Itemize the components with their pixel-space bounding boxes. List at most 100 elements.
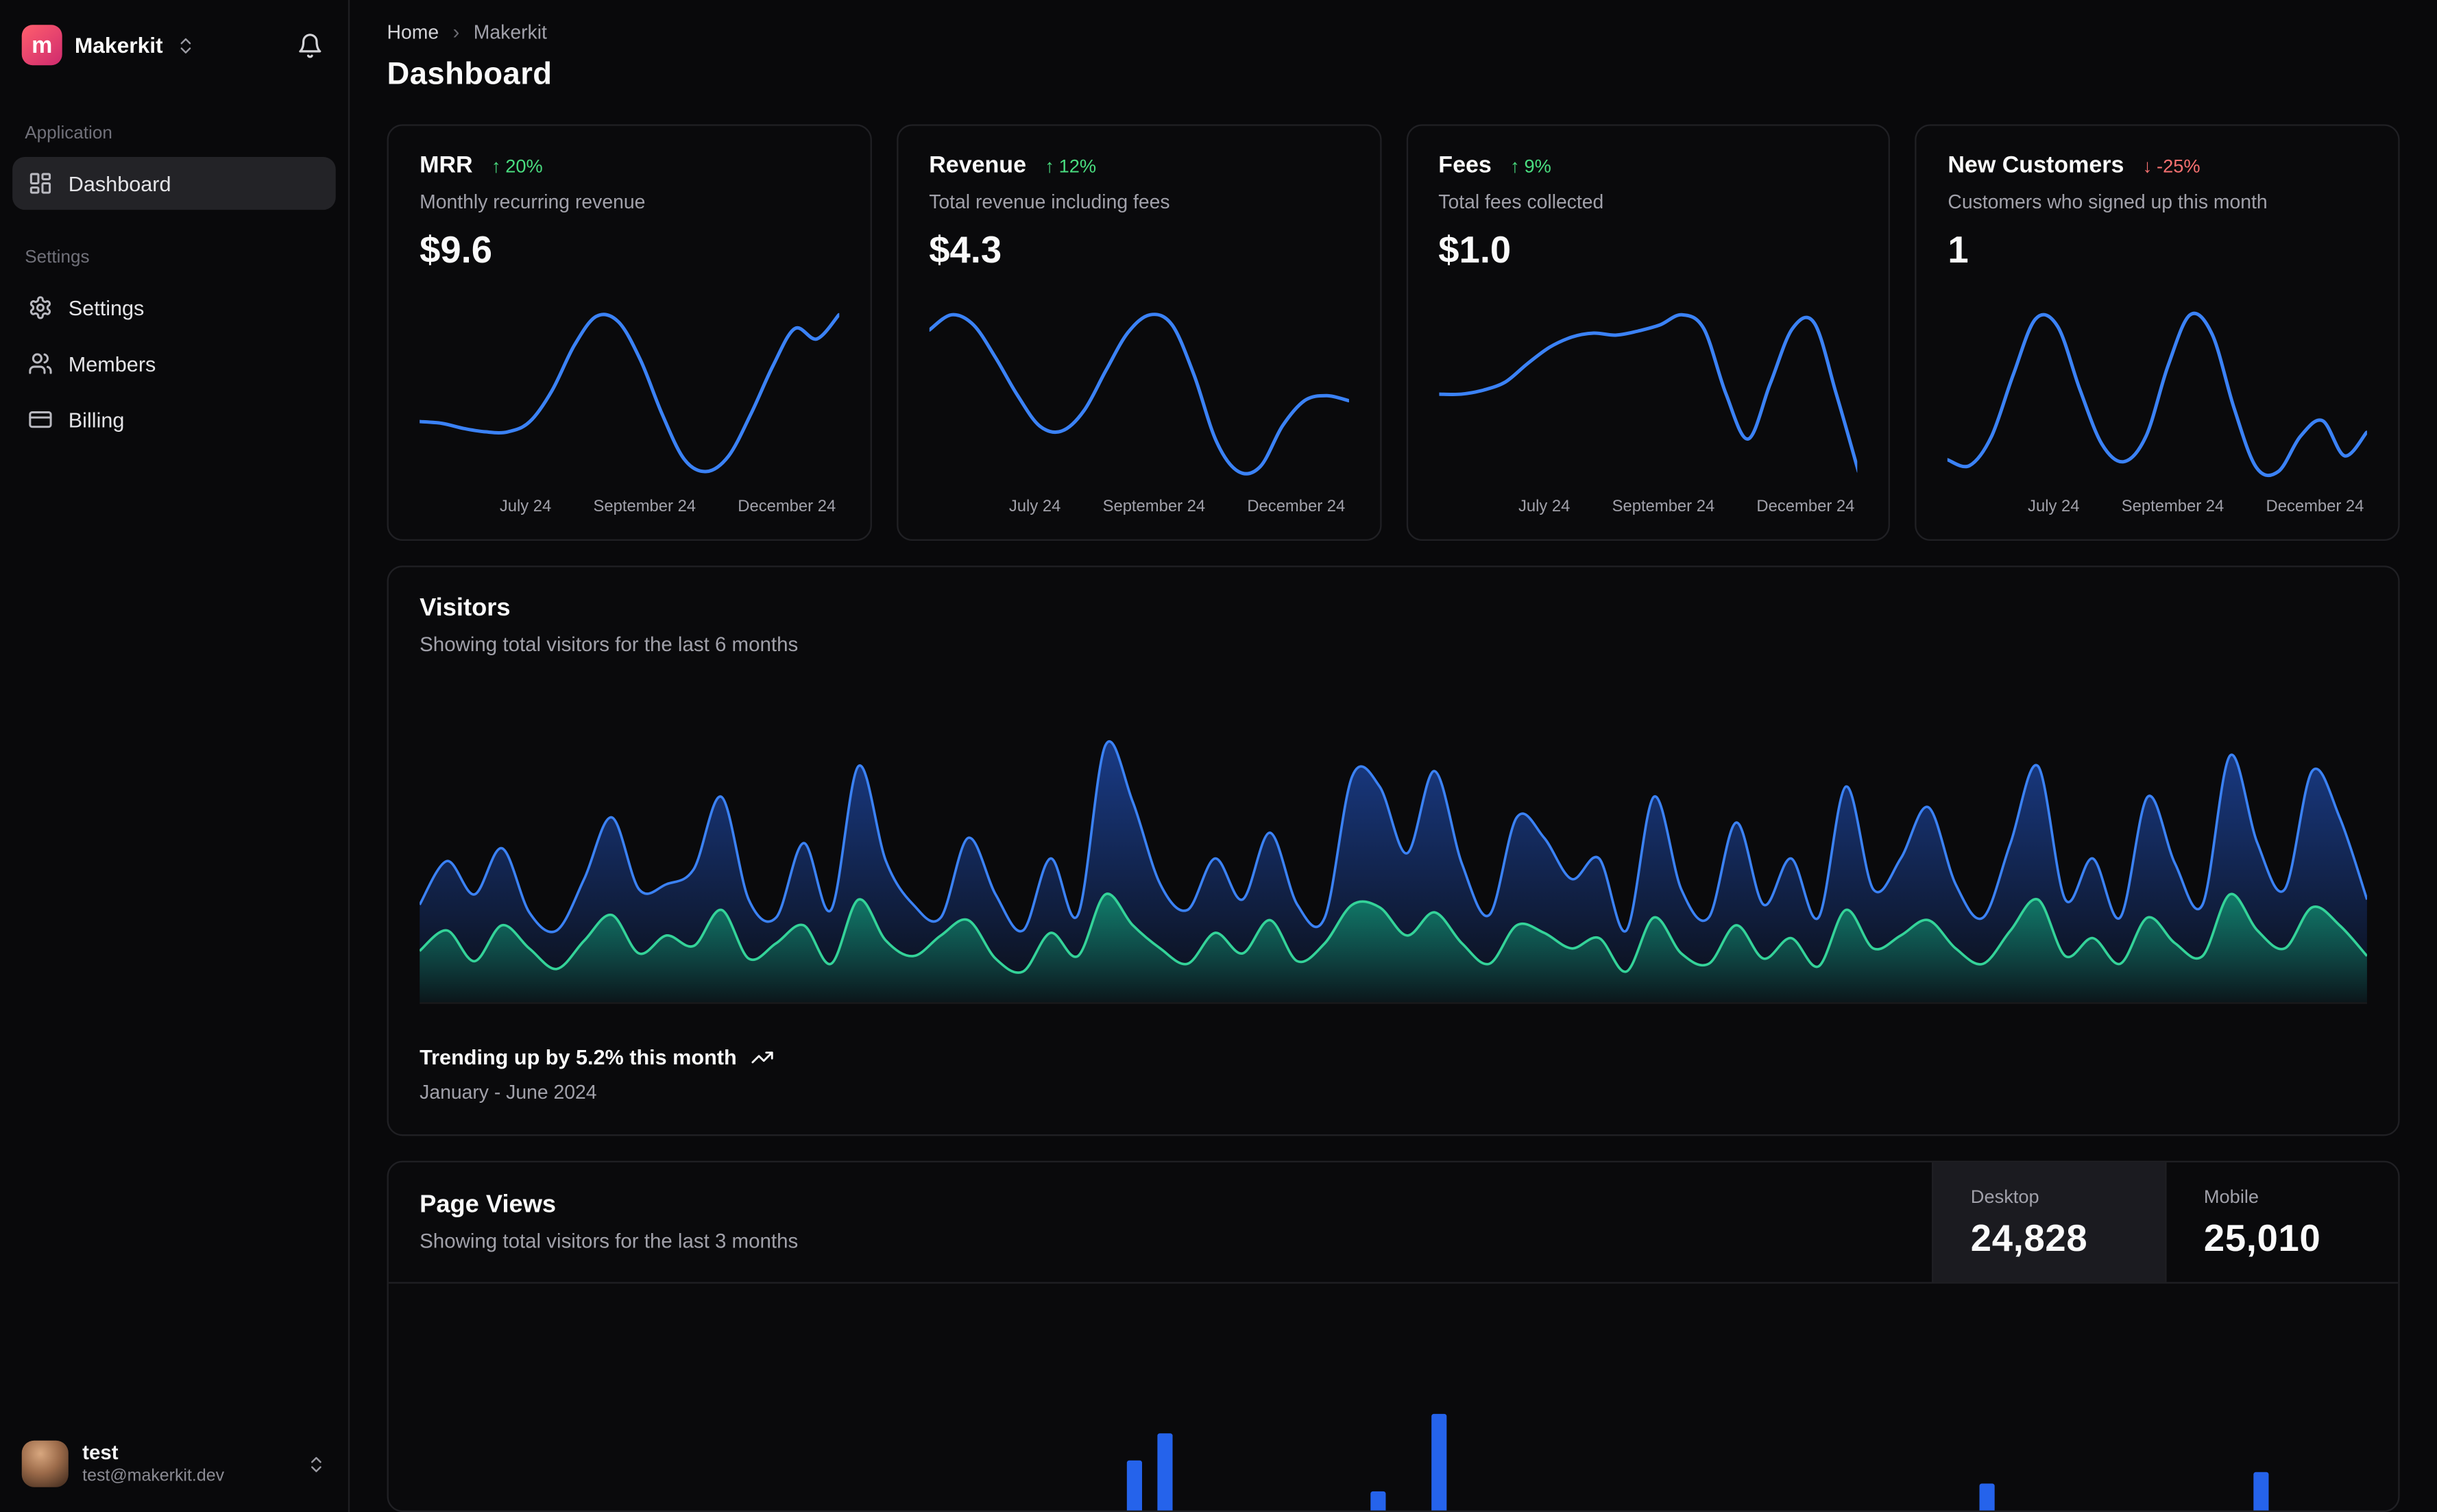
sidebar-item-settings[interactable]: Settings [12, 281, 336, 334]
x-axis-label: December 24 [738, 497, 836, 516]
fees-sparkline-chart [1438, 302, 1858, 485]
page-views-bar-chart [1126, 1413, 2269, 1511]
sidebar-item-dashboard[interactable]: Dashboard [12, 156, 336, 210]
visitors-date-range: January - June 2024 [420, 1081, 597, 1103]
gear-icon [28, 295, 53, 320]
x-axis-label: December 24 [1756, 497, 1855, 516]
users-icon [28, 351, 53, 376]
trending-up-icon [751, 1046, 774, 1069]
x-axis-labels: July 24 September 24 December 24 [1438, 498, 1858, 516]
x-axis-labels: July 24 September 24 December 24 [420, 498, 839, 516]
visitors-subtitle: Showing total visitors for the last 6 mo… [420, 632, 799, 656]
app: m Makerkit Application Dashboard Setting… [0, 0, 2437, 1512]
user-name: test [82, 1440, 119, 1464]
stat-card-fees: Fees ↑ 9% Total fees collected $1.0 July… [1405, 124, 1891, 541]
stat-description: Total fees collected [1438, 191, 1604, 213]
stat-cards-row: MRR ↑ 20% Monthly recurring revenue $9.6… [387, 124, 2400, 541]
stat-card-mrr: MRR ↑ 20% Monthly recurring revenue $9.6… [387, 124, 872, 541]
bell-icon [297, 32, 324, 58]
section-label-settings: Settings [25, 248, 90, 267]
x-axis-label: September 24 [593, 497, 696, 516]
stat-value: 1 [1948, 230, 1969, 272]
sidebar: m Makerkit Application Dashboard Setting… [0, 0, 350, 1512]
dashboard-icon [28, 171, 53, 195]
stat-card-new-customers: New Customers ↓ -25% Customers who signe… [1915, 124, 2400, 541]
makerkit-logo: m [21, 25, 62, 66]
stat-card-revenue: Revenue ↑ 12% Total revenue including fe… [896, 124, 1381, 541]
breadcrumb-home-link[interactable]: Home [387, 21, 439, 43]
sidebar-item-label: Billing [68, 408, 125, 432]
stat-title: MRR [420, 152, 473, 179]
x-axis-label: July 24 [1518, 497, 1571, 516]
new-customers-sparkline-chart [1948, 302, 2367, 485]
x-axis-label: December 24 [1247, 497, 1346, 516]
sidebar-item-label: Dashboard [68, 171, 171, 195]
stat-change-value: 20% [505, 154, 543, 177]
trend-up-arrow-icon: ↑ [1510, 154, 1520, 177]
workspace-selector[interactable]: m Makerkit [21, 25, 196, 66]
breadcrumb-current[interactable]: Makerkit [474, 21, 547, 43]
trend-text: Trending up by 5.2% this month [420, 1045, 737, 1069]
visitors-area-chart [420, 705, 2367, 1004]
stat-description: Monthly recurring revenue [420, 191, 646, 213]
stat-change-value: 9% [1524, 154, 1551, 177]
page-views-title: Page Views [420, 1191, 557, 1219]
visitors-title: Visitors [420, 595, 511, 622]
chevrons-up-down-icon [306, 1454, 326, 1474]
x-axis-label: July 24 [1008, 497, 1061, 516]
x-axis-labels: July 24 September 24 December 24 [929, 498, 1348, 516]
desktop-toggle[interactable]: Desktop 24,828 [1932, 1162, 2166, 1282]
page-views-card: Page Views Showing total visitors for th… [387, 1160, 2400, 1512]
notifications-button[interactable] [291, 25, 330, 64]
stat-title: New Customers [1948, 152, 2124, 179]
mobile-toggle-label: Mobile [2203, 1185, 2259, 1208]
stat-change-badge: ↓ -25% [2143, 155, 2200, 177]
x-axis-label: September 24 [1612, 497, 1715, 516]
trend-down-arrow-icon: ↓ [2142, 154, 2153, 177]
visitors-card: Visitors Showing total visitors for the … [387, 565, 2400, 1136]
chevron-right-icon: › [452, 20, 460, 44]
desktop-toggle-label: Desktop [1970, 1185, 2039, 1208]
mobile-toggle[interactable]: Mobile 25,010 [2165, 1162, 2398, 1282]
main-content: Home › Makerkit Dashboard MRR ↑ 20% Mont… [350, 0, 2437, 1512]
x-axis-label: December 24 [2266, 497, 2364, 516]
sidebar-item-label: Settings [68, 295, 145, 319]
sidebar-item-label: Members [68, 352, 156, 376]
credit-card-icon [28, 407, 53, 432]
stat-change-badge: ↑ 20% [492, 155, 543, 177]
stat-change-badge: ↑ 9% [1510, 155, 1551, 177]
section-label-application: Application [25, 124, 112, 143]
stat-value: $4.3 [929, 230, 1002, 272]
workspace-name: Makerkit [74, 32, 163, 58]
sidebar-item-billing[interactable]: Billing [12, 393, 336, 446]
trend-up-arrow-icon: ↑ [1045, 154, 1054, 177]
page-views-header: Page Views Showing total visitors for th… [388, 1162, 2399, 1284]
user-menu[interactable]: test test@makerkit.dev [12, 1428, 336, 1500]
x-axis-label: July 24 [2028, 497, 2080, 516]
visitors-trend: Trending up by 5.2% this month [420, 1046, 2367, 1069]
stat-title: Fees [1438, 152, 1492, 179]
stat-value: $9.6 [420, 230, 493, 272]
avatar [21, 1440, 69, 1487]
page-views-subtitle: Showing total visitors for the last 3 mo… [420, 1229, 799, 1253]
stat-description: Total revenue including fees [929, 191, 1170, 213]
stat-value: $1.0 [1438, 230, 1512, 272]
desktop-toggle-value: 24,828 [1970, 1218, 2088, 1260]
revenue-sparkline-chart [929, 302, 1348, 485]
x-axis-labels: July 24 September 24 December 24 [1948, 498, 2367, 516]
trend-up-arrow-icon: ↑ [491, 154, 501, 177]
stat-change-value: -25% [2157, 154, 2200, 177]
stat-change-badge: ↑ 12% [1045, 155, 1096, 177]
sidebar-item-members[interactable]: Members [12, 337, 336, 390]
chevrons-up-down-icon [175, 35, 195, 55]
user-email: test@makerkit.dev [82, 1467, 225, 1486]
page-title: Dashboard [387, 57, 553, 92]
mobile-toggle-value: 25,010 [2203, 1218, 2321, 1260]
page-views-toggles: Desktop 24,828 Mobile 25,010 [1932, 1162, 2398, 1282]
x-axis-label: September 24 [2121, 497, 2224, 516]
breadcrumb: Home › Makerkit [387, 20, 2400, 43]
stat-title: Revenue [929, 152, 1026, 179]
mrr-sparkline-chart [420, 302, 839, 485]
stat-description: Customers who signed up this month [1948, 191, 2268, 213]
x-axis-label: September 24 [1102, 497, 1206, 516]
